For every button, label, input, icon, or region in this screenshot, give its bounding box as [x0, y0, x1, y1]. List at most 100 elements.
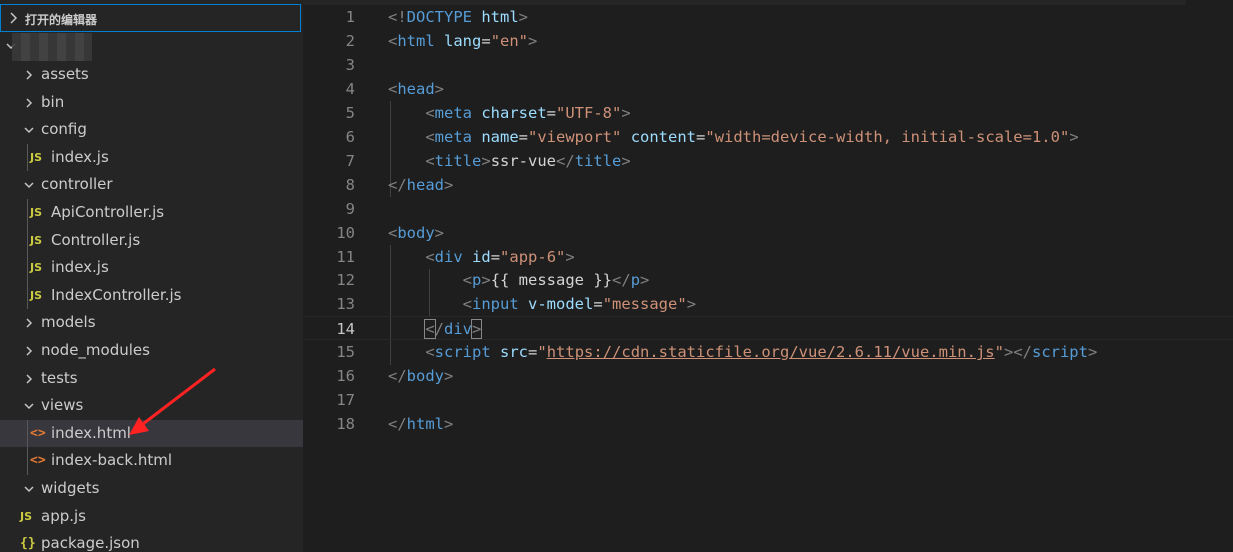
line-number: 11	[336, 247, 355, 266]
code-token: head	[397, 79, 435, 98]
tree-file-index-js[interactable]: JS index.js	[0, 254, 303, 282]
project-folder-row[interactable]	[0, 33, 303, 61]
tree-file-app-js[interactable]: JS app.js	[0, 503, 303, 531]
code-line[interactable]: 13 <input v-model="message">	[303, 292, 1233, 316]
code-token: =	[481, 31, 491, 50]
code-token: <	[388, 31, 398, 50]
tree-item-label: index-back.html	[51, 451, 173, 470]
tree-indent-guide	[27, 198, 28, 227]
code-line[interactable]: 18 </html>	[303, 412, 1233, 436]
code-token: >	[528, 31, 538, 50]
code-token: "	[537, 343, 547, 362]
tree-file-index-js[interactable]: JS index.js	[0, 143, 303, 172]
code-line[interactable]: 6 <meta name="viewport" content="width=d…	[303, 125, 1233, 149]
code-token: </	[388, 367, 407, 386]
tree-folder-bin[interactable]: bin	[0, 89, 303, 117]
code-text: <!DOCTYPE html>	[388, 5, 528, 29]
code-line[interactable]: 16 </body>	[303, 364, 1233, 388]
code-line[interactable]: 4 <head>	[303, 77, 1233, 101]
code-token: ></	[1003, 343, 1032, 362]
line-number: 8	[345, 175, 355, 194]
code-token: =	[490, 247, 501, 266]
tree-item-label: app.js	[41, 506, 86, 525]
code-token: >	[640, 271, 650, 290]
code-line[interactable]: 11 <div id="app-6">	[303, 245, 1233, 269]
javascript-file-icon: JS	[30, 288, 43, 302]
code-token: "viewport"	[528, 127, 622, 146]
code-token: p	[472, 271, 482, 290]
code-token: <	[388, 223, 398, 242]
code-line[interactable]: 12 <p>{{ message }}</p>	[303, 268, 1233, 292]
line-number: 9	[345, 199, 355, 218]
code-line[interactable]: 9	[303, 197, 1233, 221]
code-token: html	[397, 31, 435, 50]
code-token: meta	[434, 103, 472, 122]
code-token: <	[462, 271, 472, 290]
code-text: </body>	[388, 364, 453, 388]
code-text: <body>	[388, 221, 444, 245]
tree-folder-config[interactable]: config	[0, 116, 303, 144]
code-token: >	[621, 151, 631, 170]
tree-file-controller-js[interactable]: JS Controller.js	[0, 226, 303, 255]
code-token: ssr-vue	[490, 151, 557, 170]
chevron-right-icon	[10, 12, 18, 24]
code-text: <script src="https://cdn.staticfile.org/…	[388, 340, 1097, 364]
tree-item-label: node_modules	[41, 340, 150, 359]
tree-item-label: controller	[41, 175, 113, 194]
line-number: 3	[345, 55, 355, 74]
code-line[interactable]: 7 <title>ssr-vue</title>	[303, 149, 1233, 173]
code-text: <html lang="en">	[388, 29, 537, 53]
tree-file-indexcontroller-js[interactable]: JS IndexController.js	[0, 281, 303, 310]
code-token: >	[621, 103, 631, 122]
chevron-right-icon	[26, 374, 33, 384]
code-token: =	[528, 343, 538, 362]
code-line[interactable]: 3	[303, 53, 1233, 77]
html-file-icon: <>	[30, 425, 46, 441]
tree-folder-assets[interactable]: assets	[0, 61, 303, 89]
tree-indent-guide	[27, 143, 28, 172]
tree-indent-guide	[27, 254, 28, 282]
code-line[interactable]: 1 <!DOCTYPE html>	[303, 5, 1233, 29]
code-line[interactable]: 8 </head>	[303, 173, 1233, 197]
code-token: title	[574, 151, 622, 170]
javascript-file-icon: JS	[20, 509, 33, 523]
code-token: "	[994, 343, 1004, 362]
tree-folder-controller[interactable]: controller	[0, 171, 303, 199]
code-token: </	[388, 175, 407, 194]
chevron-down-icon	[24, 127, 34, 134]
tree-file-package-json[interactable]: {} package.json	[0, 530, 303, 552]
code-token: input	[472, 295, 519, 314]
code-token: >	[481, 151, 491, 170]
code-editor[interactable]: 1 <!DOCTYPE html> 2 <html lang="en"> 3 4 <head…	[303, 0, 1233, 552]
line-number: 16	[336, 367, 355, 386]
open-editors-header[interactable]: 打开的编辑器	[0, 4, 301, 32]
code-token: >	[481, 271, 491, 290]
code-token: charset	[481, 103, 547, 122]
code-token: <	[425, 247, 435, 266]
explorer-sidebar: 打开的编辑器 assets bin config JS index.js controll…	[0, 0, 303, 552]
code-token: >	[444, 367, 454, 386]
chevron-right-icon	[26, 98, 33, 108]
code-line[interactable]: 14 </div>	[303, 316, 1233, 341]
code-token: "app-6"	[500, 247, 566, 266]
code-token: <	[425, 127, 435, 146]
code-token: "width=device-width, initial-scale=1.0"	[705, 127, 1070, 146]
code-line[interactable]: 10 <body>	[303, 221, 1233, 245]
tree-folder-models[interactable]: models	[0, 309, 303, 337]
tree-folder-node-modules[interactable]: node_modules	[0, 337, 303, 365]
code-token: DOCTYPE	[406, 8, 472, 26]
code-line[interactable]: 15 <script src="https://cdn.staticfile.o…	[303, 340, 1233, 364]
code-line[interactable]: 17	[303, 388, 1233, 412]
tree-file-index-back-html[interactable]: <> index-back.html	[0, 447, 303, 475]
tree-file-apicontroller-js[interactable]: JS ApiController.js	[0, 198, 303, 227]
code-line[interactable]: 2 <html lang="en">	[303, 29, 1233, 53]
tree-folder-widgets[interactable]: widgets	[0, 475, 303, 503]
tree-item-label: models	[41, 313, 96, 332]
code-token: </	[612, 271, 631, 290]
code-token: lang	[444, 31, 482, 50]
code-line[interactable]: 5 <meta charset="UTF-8">	[303, 101, 1233, 125]
